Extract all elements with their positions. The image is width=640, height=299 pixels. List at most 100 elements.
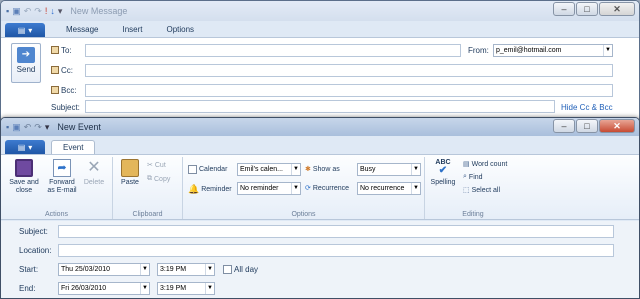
save-icon[interactable]: ▣ (12, 122, 21, 133)
paste-button[interactable]: Paste (119, 159, 141, 187)
bcc-label: Bcc: (61, 86, 77, 95)
forward-label: Forward as E-mail (47, 179, 77, 194)
maximize-button[interactable]: □ (576, 119, 598, 133)
message-window-title: New Message (70, 6, 128, 16)
from-value: p_emil@hotmail.com (496, 47, 562, 54)
forward-email-button[interactable]: ➦ Forward as E-mail (45, 159, 79, 195)
minimize-button[interactable]: – (553, 2, 575, 16)
subject-label: Subject: (51, 103, 80, 112)
new-event-window: ▪ ▣ ↶ ↷ ▾ New Event – □ ✕ ▤ ▾ Event Save … (0, 117, 640, 299)
reminder-value: No reminder (240, 185, 279, 192)
calendar-value: Emil's calen... (240, 166, 283, 173)
cut-label: Cut (154, 161, 166, 169)
select-all-label: Select all (471, 186, 501, 194)
spelling-icon: ABC ✔ (435, 159, 451, 176)
to-button[interactable]: To: (51, 46, 72, 55)
all-day-checkbox[interactable]: All day (223, 265, 258, 274)
recurrence-value: No recurrence (360, 185, 405, 192)
qat-dropdown-icon[interactable]: ▾ (58, 6, 63, 17)
subject-field[interactable] (85, 100, 555, 113)
to-field[interactable] (85, 44, 461, 57)
tab-insert[interactable]: Insert (111, 23, 153, 37)
start-date-value: Thu 25/03/2010 (61, 266, 111, 273)
scissors-icon: ✂ (147, 162, 153, 169)
location-field[interactable] (58, 244, 614, 257)
paste-icon (121, 159, 139, 177)
redo-icon[interactable]: ↷ (34, 122, 42, 133)
word-count-button[interactable]: ▤ Word count (463, 160, 508, 169)
recurrence-label-text: Recurrence (312, 184, 350, 192)
find-label: Find (468, 173, 483, 181)
copy-label: Copy (154, 175, 171, 183)
undo-icon[interactable]: ↶ (24, 122, 32, 133)
end-date-picker[interactable]: Fri 26/03/2010 ▼ (58, 282, 150, 295)
tab-options[interactable]: Options (155, 23, 205, 37)
priority-high-icon[interactable]: ! (45, 6, 48, 16)
qat-dropdown-icon[interactable]: ▾ (45, 122, 50, 133)
calendar-icon (188, 165, 197, 174)
maximize-button[interactable]: □ (576, 2, 598, 16)
spelling-button[interactable]: ABC ✔ Spelling (429, 159, 457, 187)
calendar-label: Calendar (188, 165, 227, 174)
priority-low-icon[interactable]: ↓ (50, 6, 55, 16)
bcc-button[interactable]: Bcc: (51, 86, 77, 95)
bell-icon: 🔔 (188, 184, 200, 194)
calendar-select[interactable]: Emil's calen... ▼ (237, 163, 301, 176)
showas-select[interactable]: Busy ▼ (357, 163, 421, 176)
tab-message[interactable]: Message (55, 23, 109, 37)
send-button[interactable]: ➔ Send (11, 43, 41, 83)
delete-button[interactable]: ✕ Delete (81, 159, 107, 187)
select-all-button[interactable]: ⬚ Select all (463, 186, 501, 195)
minimize-button[interactable]: – (553, 119, 575, 133)
reminder-select[interactable]: No reminder ▼ (237, 182, 301, 195)
paste-label: Paste (121, 179, 139, 186)
event-subject-field[interactable] (58, 225, 614, 238)
chevron-down-icon: ▼ (291, 183, 300, 194)
message-quick-access: ▪ ▣ ↶ ↷ ! ↓ ▾ (1, 6, 62, 17)
message-file-menu-button[interactable]: ▤ ▾ (5, 23, 45, 37)
from-select[interactable]: p_emil@hotmail.com ▼ (493, 44, 613, 57)
close-button[interactable]: ✕ (599, 119, 635, 133)
find-button[interactable]: ⌕ Find (463, 173, 483, 181)
event-file-menu-button[interactable]: ▤ ▾ (5, 140, 45, 154)
copy-button[interactable]: ⧉ Copy (147, 175, 170, 183)
actions-group-label: Actions (45, 211, 68, 218)
word-count-label: Word count (471, 160, 508, 168)
end-time-select[interactable]: 3:19 PM ▼ (157, 282, 215, 295)
end-label: End: (19, 284, 36, 293)
close-button[interactable]: ✕ (599, 2, 635, 16)
address-book-icon (51, 66, 59, 74)
message-window-controls: – □ ✕ (553, 2, 635, 16)
start-time-value: 3:19 PM (160, 266, 187, 273)
save-close-label: Save and close (9, 179, 39, 194)
showas-label-text: Show as (312, 165, 340, 173)
hide-cc-bcc-link[interactable]: Hide Cc & Bcc (561, 103, 613, 112)
editing-group: ABC ✔ Spelling ▤ Word count ⌕ Find ⬚ Select … (425, 157, 521, 219)
event-titlebar: ▪ ▣ ↶ ↷ ▾ New Event – □ ✕ (1, 118, 639, 136)
save-close-button[interactable]: Save and close (7, 159, 41, 195)
cut-button[interactable]: ✂ Cut (147, 161, 166, 170)
start-label: Start: (19, 265, 39, 274)
tab-event[interactable]: Event (51, 140, 96, 154)
chevron-down-icon: ▼ (140, 283, 149, 294)
chevron-down-icon: ▼ (411, 183, 420, 194)
send-icon: ➔ (17, 47, 35, 63)
start-time-select[interactable]: 3:19 PM ▼ (157, 263, 215, 276)
redo-icon[interactable]: ↷ (34, 6, 42, 17)
start-date-picker[interactable]: Thu 25/03/2010 ▼ (58, 263, 150, 276)
app-icon: ▪ (6, 6, 10, 16)
options-group-label: Options (291, 211, 316, 218)
bcc-field[interactable] (85, 84, 613, 97)
recurrence-select[interactable]: No recurrence ▼ (357, 182, 421, 195)
save-icon[interactable]: ▣ (12, 6, 21, 17)
recurrence-icon: ⟳ (305, 185, 311, 192)
location-label: Location: (19, 246, 52, 255)
cc-field[interactable] (85, 64, 613, 77)
cc-button[interactable]: Cc: (51, 66, 73, 75)
save-icon (15, 159, 33, 177)
undo-icon[interactable]: ↶ (24, 6, 32, 17)
forward-icon: ➦ (53, 159, 71, 177)
from-label: From: (468, 46, 489, 55)
event-window-controls: – □ ✕ (553, 119, 635, 133)
message-body: ➔ Send To: From: p_emil@hotmail.com ▼ Cc:… (1, 37, 639, 124)
